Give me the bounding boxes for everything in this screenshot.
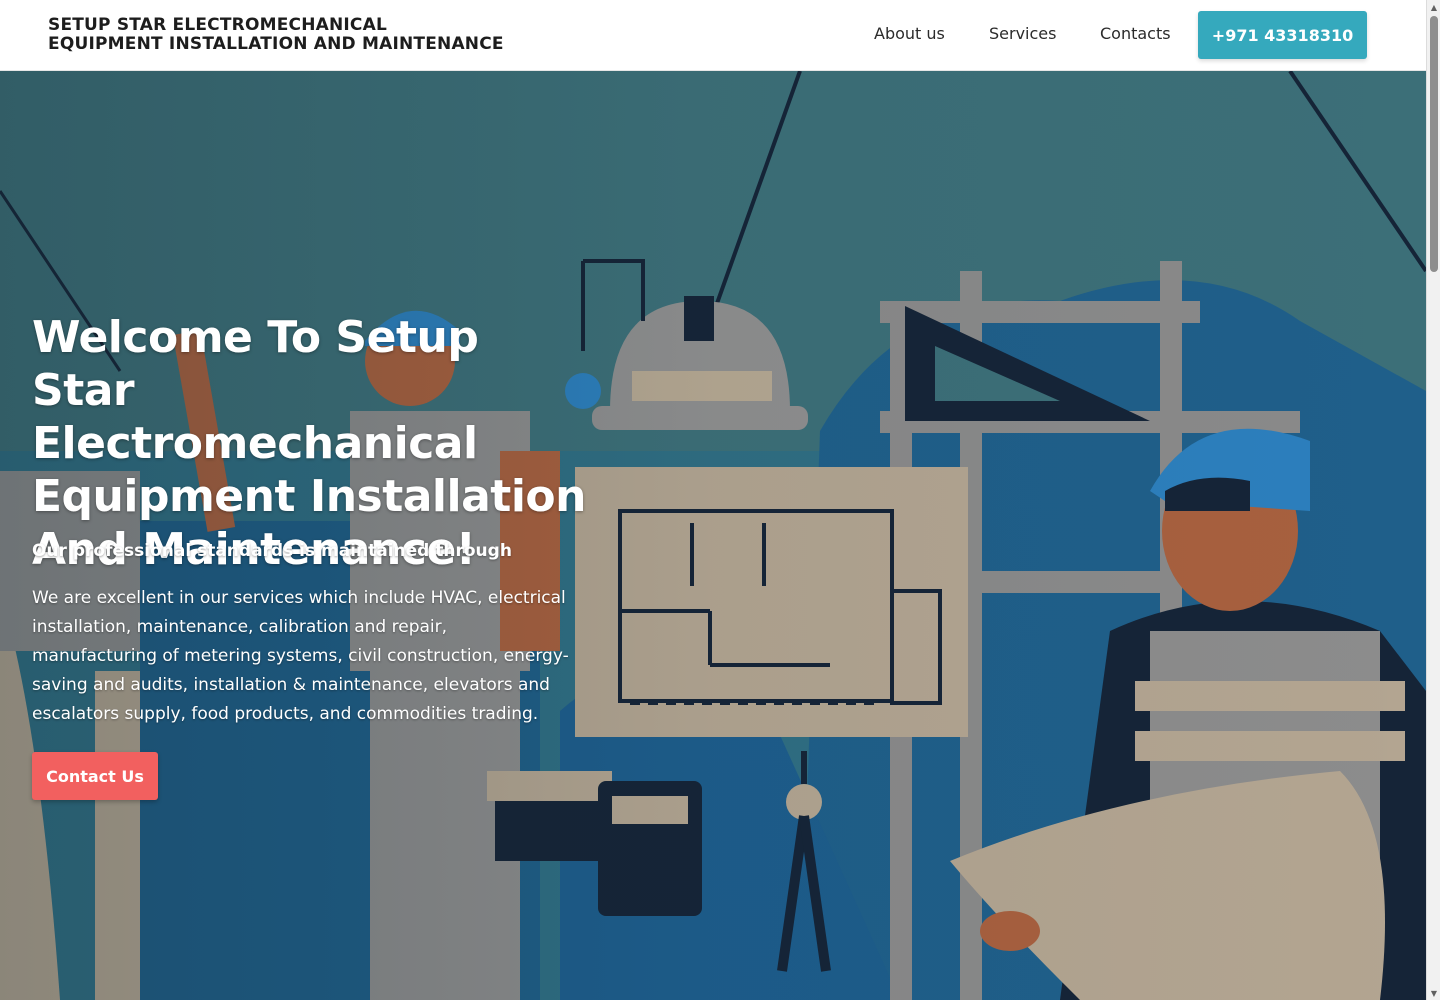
- scrollbar-thumb[interactable]: [1430, 16, 1438, 272]
- brand-line-2: EQUIPMENT INSTALLATION AND MAINTENANCE: [48, 34, 504, 54]
- site-header: SETUP STAR ELECTROMECHANICAL EQUIPMENT I…: [0, 0, 1426, 71]
- hero-subtitle: Our professional standards is maintained…: [32, 541, 512, 561]
- scroll-up-arrow-icon[interactable]: ▲: [1427, 0, 1440, 14]
- phone-button[interactable]: +971 43318310: [1198, 11, 1367, 59]
- nav-contacts[interactable]: Contacts: [1100, 24, 1171, 43]
- scroll-down-arrow-icon[interactable]: ▼: [1427, 986, 1440, 1000]
- hero-description: We are excellent in our services which i…: [32, 588, 569, 724]
- contact-us-button[interactable]: Contact Us: [32, 752, 158, 800]
- brand-line-1: SETUP STAR ELECTROMECHANICAL: [48, 15, 388, 35]
- hero-title: Welcome To Setup Star Electromechanical …: [32, 312, 586, 575]
- brand-logo-text[interactable]: SETUP STAR ELECTROMECHANICAL EQUIPMENT I…: [48, 16, 504, 54]
- hero-section: Welcome To Setup Star Electromechanical …: [0, 71, 1426, 1000]
- nav-about-us[interactable]: About us: [874, 24, 945, 43]
- nav-services[interactable]: Services: [989, 24, 1056, 43]
- page-scrollbar[interactable]: ▲ ▼: [1426, 0, 1440, 1000]
